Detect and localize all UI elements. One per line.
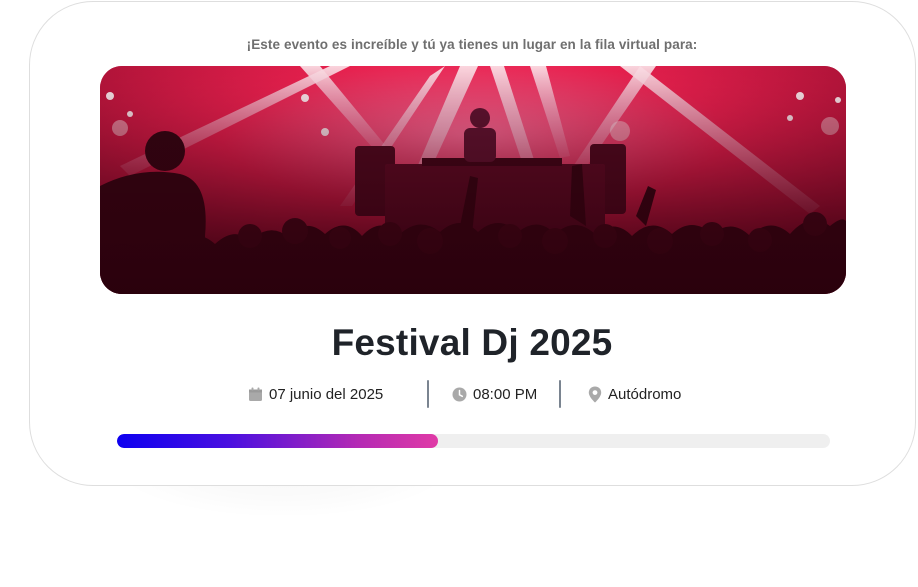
queue-intro-text: ¡Este evento es increíble y tú ya tienes… bbox=[246, 37, 698, 52]
event-image bbox=[100, 66, 846, 294]
queue-progress-bar bbox=[117, 434, 830, 448]
event-time-text: 08:00 PM bbox=[473, 385, 538, 403]
location-pin-icon bbox=[588, 386, 602, 403]
meta-divider bbox=[559, 380, 561, 408]
event-location: Autódromo bbox=[588, 380, 681, 408]
event-date: 07 junio del 2025 bbox=[248, 380, 383, 408]
event-title: Festival Dj 2025 bbox=[331, 322, 613, 363]
event-time: 08:00 PM bbox=[452, 380, 537, 408]
calendar-icon bbox=[248, 387, 263, 402]
meta-divider bbox=[427, 380, 429, 408]
clock-icon bbox=[452, 387, 467, 402]
queue-progress-fill bbox=[117, 434, 438, 448]
event-date-text: 07 junio del 2025 bbox=[269, 385, 384, 403]
event-location-text: Autódromo bbox=[608, 385, 682, 403]
